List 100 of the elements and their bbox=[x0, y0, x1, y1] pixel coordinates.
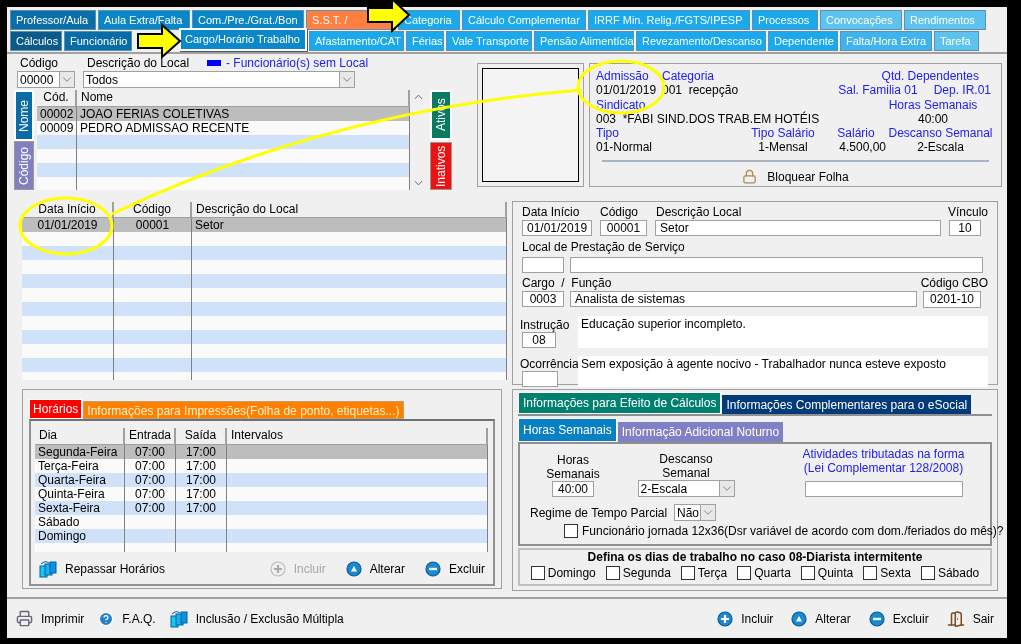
delete-button[interactable]: Excluir bbox=[425, 560, 485, 578]
dropdown[interactable]: Não bbox=[674, 504, 716, 521]
scroll-up-icon[interactable] bbox=[413, 94, 423, 100]
table-row[interactable]: Terça-Feira 07:00 17:00 bbox=[35, 459, 488, 473]
field-label: Data Início bbox=[522, 205, 581, 219]
text-field[interactable]: 40:00 bbox=[552, 481, 594, 497]
checkbox[interactable] bbox=[680, 566, 695, 580]
checkbox[interactable] bbox=[920, 566, 935, 580]
tab[interactable]: Aula Extra/Falta bbox=[98, 10, 190, 30]
field-value: Dep. IR.01 bbox=[933, 83, 991, 97]
transfer-button[interactable]: Inclusão / Exclusão Múltipla bbox=[169, 609, 344, 628]
text-field[interactable]: 0201-10 bbox=[923, 291, 981, 308]
field-label: Horas Semanais bbox=[887, 98, 979, 112]
caret-icon bbox=[59, 72, 74, 87]
field-label: Horas Semanais bbox=[545, 453, 601, 481]
text-field[interactable] bbox=[804, 481, 963, 497]
tab[interactable]: Horários bbox=[29, 399, 83, 419]
print-button[interactable]: Imprimir bbox=[16, 609, 85, 628]
tab[interactable]: Funcionário bbox=[64, 31, 132, 51]
exit-button[interactable]: Sair bbox=[946, 609, 994, 628]
text-field[interactable]: 10 bbox=[949, 220, 981, 236]
checkbox[interactable] bbox=[605, 566, 620, 580]
checkbox[interactable] bbox=[564, 524, 578, 538]
table-row[interactable]: 00009 PEDRO ADMISSAO RECENTE bbox=[37, 121, 410, 135]
tab[interactable]: Com./Pre./Grat./Bon bbox=[192, 10, 304, 30]
section-title: Defina os dias de trabalho no caso 08-Diarista intermitente bbox=[587, 550, 923, 564]
field-label: Sindicato bbox=[596, 98, 647, 112]
table-row[interactable]: Segunda-Feira 07:00 17:00 bbox=[35, 445, 488, 459]
field-label: Vínculo bbox=[947, 205, 988, 219]
table-row[interactable]: Sexta-Feira 07:00 17:00 bbox=[35, 501, 488, 515]
table-row[interactable]: 00002 JOAO FERIAS COLETIVAS bbox=[37, 107, 410, 121]
table-row[interactable]: Quinta-Feira 07:00 17:00 bbox=[35, 487, 488, 501]
column-header[interactable]: Saída bbox=[176, 428, 227, 445]
column-header[interactable]: Dia bbox=[35, 428, 125, 445]
dropdown[interactable]: 00000 bbox=[17, 71, 75, 88]
table-row[interactable]: Sábado bbox=[35, 515, 488, 529]
tab[interactable]: Informações para Efeito de Cálculos bbox=[518, 392, 722, 414]
text-field[interactable]: 0003 bbox=[522, 291, 564, 307]
faq-button[interactable]: F.A.Q. bbox=[98, 609, 156, 628]
field-value: 2-Escala bbox=[916, 140, 965, 154]
checkbox[interactable] bbox=[530, 566, 545, 580]
table-row[interactable]: 01/01/2019 00001 Setor bbox=[22, 218, 507, 232]
text-field[interactable]: 08 bbox=[522, 332, 556, 348]
table-cell: Setor bbox=[195, 218, 224, 232]
table-row[interactable]: Domingo bbox=[35, 529, 488, 543]
table-cell: Domingo bbox=[38, 529, 87, 543]
text-field[interactable] bbox=[522, 257, 564, 273]
text-field[interactable] bbox=[522, 371, 558, 387]
vertical-tab[interactable]: Código bbox=[14, 141, 34, 190]
edit-button[interactable]: Alterar bbox=[791, 609, 851, 628]
delete-button[interactable]: Excluir bbox=[868, 609, 929, 628]
field-label: Categoria bbox=[662, 69, 716, 83]
text-area[interactable]: Educação superior incompleto. bbox=[578, 316, 988, 348]
vertical-tab[interactable]: Ativos bbox=[430, 90, 452, 140]
text-area[interactable]: Sem exposição à agente nocivo - Trabalhador nunca esteve exposto bbox=[578, 356, 988, 387]
text-field[interactable]: 01/01/2019 bbox=[522, 220, 592, 236]
field-label: Código bbox=[20, 56, 60, 70]
field-label: Qtd. Dependentes bbox=[881, 69, 979, 83]
checkbox-label: Sexta bbox=[880, 566, 911, 580]
tab[interactable]: Informações Complementares para o eSocial bbox=[722, 395, 972, 414]
table-cell: 00009 bbox=[40, 121, 74, 135]
table-cell: Terça-Feira bbox=[38, 459, 99, 473]
tab[interactable]: Professor/Aula bbox=[10, 10, 96, 30]
transfer-button[interactable]: Repassar Horários bbox=[39, 560, 166, 578]
column-header[interactable]: Descrição do Local bbox=[192, 202, 507, 218]
include-button[interactable]: Incluir bbox=[717, 609, 774, 628]
column-header[interactable]: Nome bbox=[77, 90, 410, 107]
column-header[interactable]: Entrada bbox=[125, 428, 176, 445]
column-header[interactable]: Código bbox=[114, 202, 192, 218]
text-field[interactable] bbox=[570, 257, 983, 273]
checkbox[interactable] bbox=[863, 566, 878, 580]
table-cell: 00001 bbox=[135, 218, 170, 232]
table-cell: 07:00 bbox=[135, 459, 165, 473]
vertical-tab[interactable]: Inativos bbox=[430, 142, 452, 190]
checkbox-label: Domingo bbox=[547, 566, 596, 580]
caret-icon bbox=[339, 72, 354, 87]
table-cell: Sexta-Feira bbox=[38, 501, 101, 515]
edit-button[interactable]: Alterar bbox=[345, 560, 405, 578]
vertical-tab[interactable]: Nome bbox=[14, 90, 34, 141]
tab[interactable]: Cálculos bbox=[10, 31, 62, 51]
dropdown[interactable]: Todos bbox=[83, 71, 355, 88]
tab[interactable]: Cargo/Horário Trabalho bbox=[179, 28, 307, 51]
column-header[interactable]: Cód. bbox=[37, 90, 77, 107]
lock-button[interactable]: Bloquear Folha bbox=[742, 168, 849, 185]
field-label: Descrição Local bbox=[656, 205, 743, 219]
text-field[interactable]: Setor bbox=[655, 220, 941, 236]
table-row[interactable]: Quarta-Feira 07:00 17:00 bbox=[35, 473, 488, 487]
caret-icon bbox=[700, 505, 715, 520]
scroll-down-icon[interactable] bbox=[413, 180, 423, 186]
tab[interactable]: Horas Semanais bbox=[518, 418, 617, 442]
checkbox[interactable] bbox=[737, 566, 752, 580]
column-header[interactable]: Intervalos bbox=[227, 428, 488, 445]
checkbox[interactable] bbox=[800, 566, 815, 580]
minus-icon bbox=[425, 561, 441, 577]
text-field[interactable]: Analista de sistemas bbox=[570, 291, 917, 307]
plus-icon bbox=[269, 561, 286, 577]
field-value: Sal. Familia 01 bbox=[838, 83, 918, 97]
dropdown[interactable]: 2-Escala bbox=[637, 480, 735, 497]
text-field[interactable]: 00001 bbox=[600, 220, 647, 236]
tab[interactable]: Informação Adicional Noturno bbox=[617, 422, 784, 442]
